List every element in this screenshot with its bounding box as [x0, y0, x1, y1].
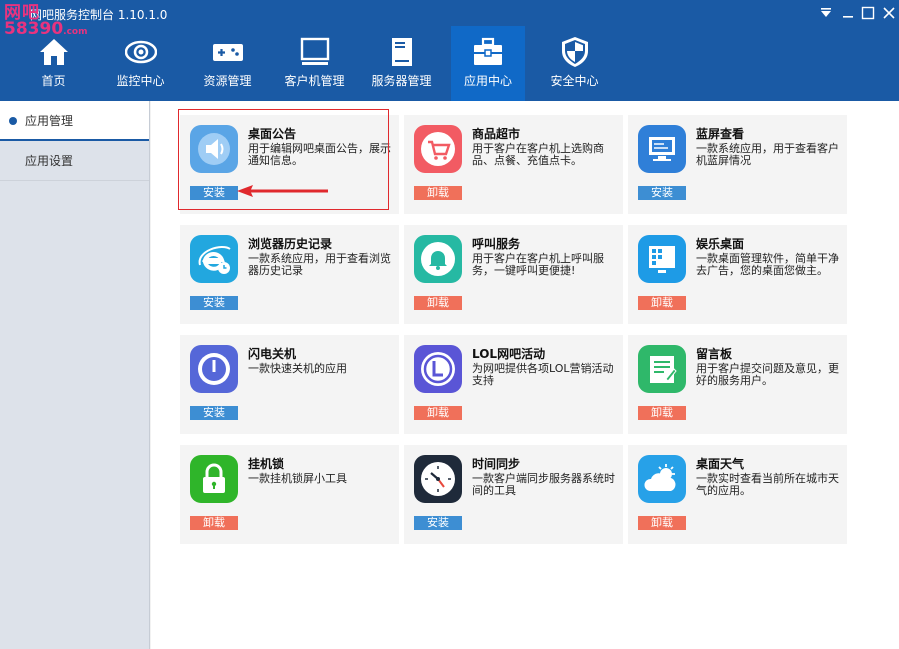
server-icon [391, 38, 412, 66]
uninstall-button[interactable]: 卸载 [414, 296, 462, 310]
app-card: 桌面天气 一款实时查看当前所在城市天气的应用。 卸载 [628, 445, 847, 544]
sidebar-item-label: 应用设置 [25, 154, 74, 168]
main-nav: 首页 监控中心 资源管理 客户机管理 服务器管理 应用中心 安全中心 [10, 26, 618, 101]
app-card: 蓝屏查看 一款系统应用，用于查看客户机蓝屏情况 安装 [628, 115, 847, 214]
uninstall-button[interactable]: 卸载 [414, 186, 462, 200]
app-name: 商品超市 [472, 127, 521, 141]
uninstall-button[interactable]: 卸载 [414, 406, 462, 420]
nav-clients[interactable]: 客户机管理 [271, 26, 358, 101]
app-desc: 一款桌面管理软件，简单干净去广告，您的桌面您做主。 [696, 252, 839, 277]
install-button[interactable]: 安装 [190, 296, 238, 310]
sidebar: 应用管理 应用设置 [0, 101, 150, 649]
app-desc: 一款快速关机的应用 [248, 362, 347, 375]
app-name: 挂机锁 [248, 457, 285, 471]
app-card: LOL网吧活动 为网吧提供各项LOL营销活动支持 卸载 [404, 335, 623, 434]
app-name: 桌面天气 [696, 457, 745, 471]
app-card: 娱乐桌面 一款桌面管理软件，简单干净去广告，您的桌面您做主。 卸载 [628, 225, 847, 324]
monitor-icon [300, 37, 329, 65]
desktop-grid-icon [638, 235, 686, 283]
install-button[interactable]: 安装 [638, 186, 686, 200]
app-card: 呼叫服务 用于客户在客户机上呼叫服务，一键呼叫更便捷! 卸载 [404, 225, 623, 324]
install-button[interactable]: 安装 [190, 406, 238, 420]
nav-label: 首页 [41, 74, 66, 88]
uninstall-button[interactable]: 卸载 [638, 516, 686, 530]
app-name: 留言板 [696, 347, 733, 361]
shield-icon [561, 37, 588, 67]
active-dot-icon [9, 117, 17, 125]
app-desc: 用于客户提交问题及意见，更好的服务用户。 [696, 362, 839, 387]
eye-icon [124, 40, 157, 64]
app-desc: 一款系统应用，用于查看浏览器历史记录 [248, 252, 391, 277]
minimize-icon[interactable] [841, 6, 855, 20]
power-icon [190, 345, 238, 393]
sidebar-item-app-settings[interactable]: 应用设置 [0, 141, 149, 181]
lol-icon [414, 345, 462, 393]
app-card: 闪电关机 一款快速关机的应用 安装 [180, 335, 399, 434]
nav-app-center[interactable]: 应用中心 [451, 26, 525, 101]
bell-icon [414, 235, 462, 283]
app-desc: 一款实时查看当前所在城市天气的应用。 [696, 472, 839, 497]
app-name: 呼叫服务 [472, 237, 521, 251]
app-desc: 一款系统应用，用于查看客户机蓝屏情况 [696, 142, 839, 167]
title-nav-bar: 网吧服务控制台 1.10.1.0 网吧 58390.com 首页 监控中心 资源… [0, 0, 899, 101]
nav-label: 应用中心 [463, 74, 512, 88]
install-button[interactable]: 安装 [414, 516, 462, 530]
nav-servers[interactable]: 服务器管理 [358, 26, 445, 101]
nav-label: 监控中心 [116, 74, 165, 88]
nav-security[interactable]: 安全中心 [531, 26, 618, 101]
app-desc: 一款客户端同步服务器系统时间的工具 [472, 472, 615, 497]
toolbox-icon [474, 37, 502, 65]
nav-monitor[interactable]: 监控中心 [97, 26, 184, 101]
uninstall-button[interactable]: 卸载 [638, 406, 686, 420]
app-name: LOL网吧活动 [472, 347, 546, 361]
app-desc: 一款挂机锁屏小工具 [248, 472, 347, 485]
sidebar-item-label: 应用管理 [25, 114, 74, 128]
arrow-icon [237, 185, 328, 197]
nav-label: 安全中心 [550, 74, 599, 88]
gamepad-icon [212, 44, 243, 61]
notepad-icon [638, 345, 686, 393]
app-card: 商品超市 用于客户在客户机上选购商品、点餐、充值点卡。 卸载 [404, 115, 623, 214]
app-card: 留言板 用于客户提交问题及意见，更好的服务用户。 卸载 [628, 335, 847, 434]
app-name: 时间同步 [472, 457, 521, 471]
weather-icon [638, 455, 686, 503]
nav-home[interactable]: 首页 [10, 26, 97, 101]
home-icon [39, 39, 68, 65]
uninstall-button[interactable]: 卸载 [190, 516, 238, 530]
app-name: 蓝屏查看 [696, 127, 745, 141]
app-name: 闪电关机 [248, 347, 297, 361]
nav-label: 资源管理 [203, 74, 252, 88]
dropdown-menu-icon[interactable] [819, 6, 833, 20]
maximize-icon[interactable] [861, 6, 875, 20]
nav-resources[interactable]: 资源管理 [184, 26, 271, 101]
lock-icon [190, 455, 238, 503]
ie-history-icon [190, 235, 238, 283]
app-card: 时间同步 一款客户端同步服务器系统时间的工具 安装 [404, 445, 623, 544]
clock-icon [414, 455, 462, 503]
app-desc: 为网吧提供各项LOL营销活动支持 [472, 362, 614, 387]
sidebar-item-app-management[interactable]: 应用管理 [0, 101, 149, 141]
nav-label: 服务器管理 [371, 74, 432, 88]
app-name: 浏览器历史记录 [248, 237, 333, 251]
app-desc: 用于客户在客户机上呼叫服务，一键呼叫更便捷! [472, 252, 604, 277]
app-card: 挂机锁 一款挂机锁屏小工具 卸载 [180, 445, 399, 544]
app-desc: 用于客户在客户机上选购商品、点餐、充值点卡。 [472, 142, 604, 167]
bluescreen-icon [638, 125, 686, 173]
uninstall-button[interactable]: 卸载 [638, 296, 686, 310]
app-card: 浏览器历史记录 一款系统应用，用于查看浏览器历史记录 安装 [180, 225, 399, 324]
nav-label: 客户机管理 [284, 74, 345, 88]
close-icon[interactable] [882, 6, 896, 20]
app-name: 娱乐桌面 [696, 237, 745, 251]
cart-icon [414, 125, 462, 173]
